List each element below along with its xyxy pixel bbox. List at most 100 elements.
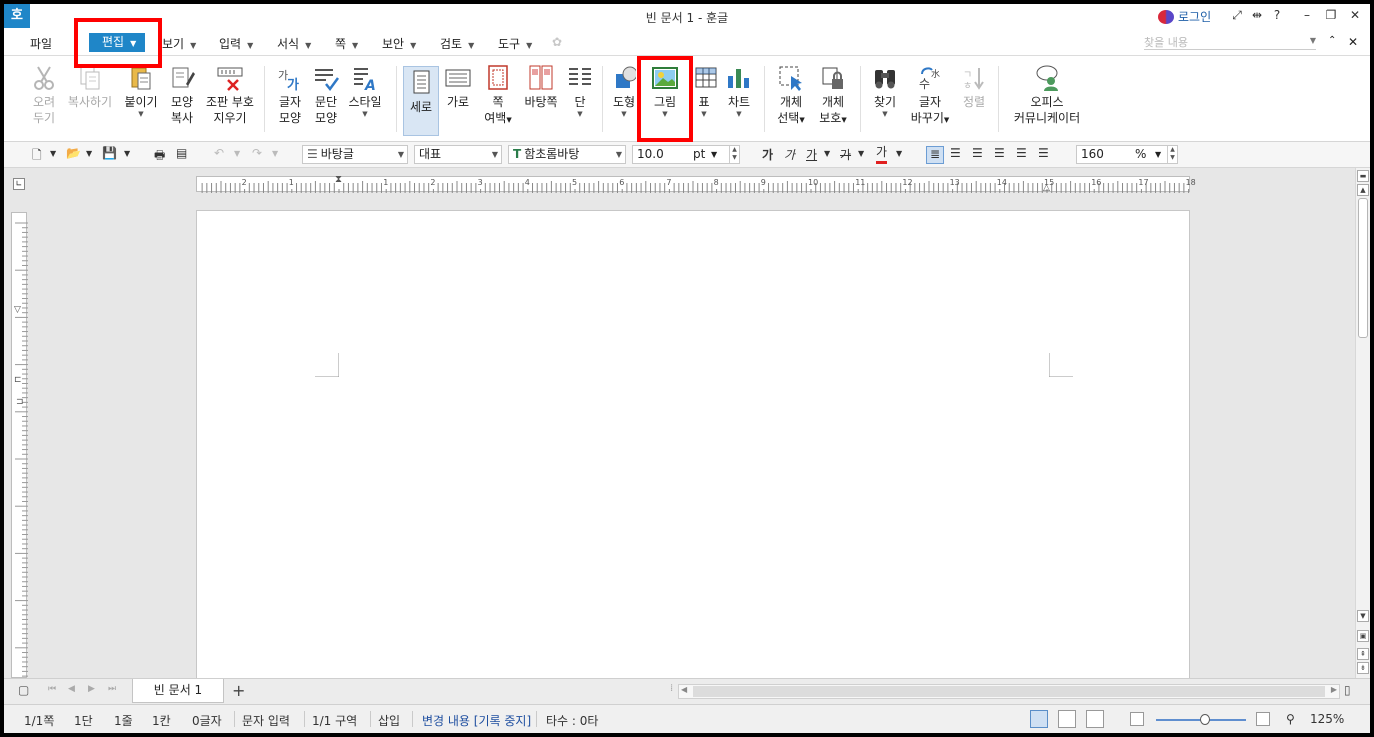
chevron-down-icon[interactable]: ▼: [824, 149, 830, 167]
chevron-down-icon[interactable]: ▼: [870, 110, 900, 118]
paragraph-style-select[interactable]: ☰ 바탕글 ▼: [302, 145, 408, 164]
menu-review[interactable]: 검토 ▼: [440, 35, 474, 52]
fit-width-icon[interactable]: [1058, 710, 1076, 728]
right-margin-marker-icon[interactable]: △: [1043, 183, 1050, 193]
object-protect-button[interactable]: 개체 보호▼: [816, 64, 850, 128]
zoom-in-icon[interactable]: [1256, 712, 1270, 726]
chevron-down-icon[interactable]: ▼: [566, 110, 594, 118]
chevron-down-icon[interactable]: ▼: [50, 149, 56, 167]
align-divide-icon[interactable]: ☰: [1038, 146, 1049, 164]
scroll-thumb[interactable]: [1358, 198, 1368, 338]
status-page[interactable]: 1/1쪽: [24, 712, 54, 729]
ruler-toggle-icon[interactable]: ∟: [13, 178, 25, 190]
add-tab-button[interactable]: +: [232, 681, 245, 700]
login-button[interactable]: 로그인: [1158, 8, 1211, 25]
menu-file[interactable]: 파일: [30, 35, 52, 52]
horizontal-ruler[interactable]: 2 1 1 2 3 4 5 6 7 8 9 10 11 12 13 14 15 16 17 18 ⧗ △: [196, 174, 1196, 193]
open-folder-icon[interactable]: 📂: [66, 146, 81, 164]
scroll-left-icon[interactable]: ◀: [681, 685, 687, 694]
style-button[interactable]: A 스타일 ▼: [346, 64, 384, 118]
columns-button[interactable]: 단 ▼: [566, 64, 594, 118]
search-input[interactable]: [1144, 34, 1294, 50]
indent-marker-icon[interactable]: ⊏: [14, 375, 22, 385]
table-button[interactable]: 표 ▼: [692, 64, 717, 118]
strikethrough-button[interactable]: 가: [840, 146, 851, 164]
menu-insert[interactable]: 입력 ▼: [219, 35, 253, 52]
zoom-spinner[interactable]: ▲ ▼: [1167, 146, 1177, 163]
next-tab-icon[interactable]: ▶: [88, 684, 95, 694]
page-background-button[interactable]: 바탕쪽: [520, 64, 562, 110]
prev-tab-icon[interactable]: ◀: [68, 684, 75, 694]
restore-icon[interactable]: ❐: [1322, 8, 1340, 22]
clear-marks-button[interactable]: 조판 부호 지우기: [202, 64, 258, 126]
char-shape-button[interactable]: 가가 글자 모양: [274, 64, 306, 126]
landscape-button[interactable]: 가로: [442, 64, 474, 110]
cut-button[interactable]: 오려 두기: [26, 64, 62, 126]
chevron-down-icon[interactable]: ▼: [858, 149, 864, 167]
status-section[interactable]: 1/1 구역: [312, 712, 357, 729]
menu-security[interactable]: 보안 ▼: [382, 35, 416, 52]
zoom-slider-knob[interactable]: [1200, 714, 1210, 725]
font-size-input[interactable]: 10.0 pt ▼ ▲ ▼: [632, 145, 740, 164]
object-select-button[interactable]: 개체 선택▼: [774, 64, 808, 128]
chevron-down-icon[interactable]: ▼: [1155, 146, 1161, 163]
chevron-down-icon[interactable]: ▼: [612, 110, 636, 118]
font-size-spinner[interactable]: ▲ ▼: [729, 146, 739, 163]
paste-button[interactable]: 붙이기 ▼: [122, 64, 160, 118]
scroll-up-icon[interactable]: ▲: [1357, 184, 1369, 196]
tab-doc-1[interactable]: 빈 문서 1: [132, 679, 224, 703]
status-track-changes[interactable]: 변경 내용 [기록 중지]: [422, 712, 531, 729]
indent-marker-icon[interactable]: ⊐: [16, 397, 24, 407]
portrait-button[interactable]: 세로: [403, 66, 439, 136]
scroll-right-icon[interactable]: ▶: [1331, 685, 1337, 694]
para-shape-button[interactable]: 문단 모양: [310, 64, 342, 126]
close-doc-icon[interactable]: ✕: [1348, 35, 1358, 49]
page-view-icon[interactable]: [1030, 710, 1048, 728]
chevron-down-icon[interactable]: ▼: [692, 110, 716, 118]
first-tab-icon[interactable]: ⏮: [48, 684, 56, 694]
menu-view[interactable]: 보기 ▼: [162, 35, 196, 52]
chevron-down-icon[interactable]: ▼: [346, 110, 384, 118]
chevron-down-icon[interactable]: ▼: [124, 149, 130, 167]
find-button[interactable]: 찾기 ▼: [870, 64, 900, 118]
puzzle-icon[interactable]: ✿: [552, 35, 562, 49]
office-communicator-button[interactable]: 오피스 커뮤니케이터: [1010, 64, 1084, 126]
chevron-down-icon[interactable]: ▼: [724, 110, 754, 118]
align-left-icon[interactable]: ☰: [950, 146, 961, 164]
zoom-out-icon[interactable]: [1130, 712, 1144, 726]
shape-button[interactable]: 도형 ▼: [612, 64, 636, 118]
document-page[interactable]: [196, 210, 1190, 690]
copy-button[interactable]: 복사하기: [66, 64, 114, 110]
zoom-input[interactable]: 160 % ▼ ▲ ▼: [1076, 145, 1178, 164]
resize-icon[interactable]: ⇹: [1248, 8, 1266, 22]
new-doc-icon[interactable]: 🗋: [32, 146, 42, 164]
chevron-down-icon[interactable]: ▼: [896, 149, 902, 167]
chevron-down-icon[interactable]: ▼: [234, 149, 240, 167]
splitter-handle-icon[interactable]: ⁞: [670, 683, 673, 694]
redo-icon[interactable]: ↷: [252, 146, 262, 164]
fullscreen-icon[interactable]: ⤢: [1228, 8, 1246, 23]
align-distribute-icon[interactable]: ☰: [1016, 146, 1027, 164]
align-center-icon[interactable]: ☰: [972, 146, 983, 164]
chart-button[interactable]: 차트 ▼: [724, 64, 754, 118]
page-view-icon[interactable]: ▣: [1357, 630, 1369, 642]
horizontal-scrollbar[interactable]: ◀ ▶: [678, 684, 1340, 699]
full-page-icon[interactable]: [1086, 710, 1104, 728]
scroll-top-icon[interactable]: ▬: [1357, 170, 1369, 182]
last-tab-icon[interactable]: ⏭: [108, 684, 116, 694]
status-insert-mode[interactable]: 삽입: [378, 712, 400, 729]
split-view-icon[interactable]: ▯: [1344, 683, 1351, 697]
italic-button[interactable]: 가: [784, 146, 795, 164]
tab-list-icon[interactable]: ▢: [18, 683, 29, 697]
chevron-down-icon[interactable]: ▼: [1310, 36, 1316, 45]
chevron-down-icon[interactable]: ▼: [711, 146, 717, 163]
prev-page-icon[interactable]: ⇞: [1357, 648, 1369, 660]
scroll-down-icon[interactable]: ▼: [1357, 610, 1369, 622]
format-copy-button[interactable]: 모양 복사: [166, 64, 198, 126]
top-margin-marker-icon[interactable]: ▽: [14, 305, 21, 315]
align-right-icon[interactable]: ☰: [994, 146, 1005, 164]
font-select[interactable]: T 함초롬바탕 ▼: [508, 145, 626, 164]
menu-page[interactable]: 쪽 ▼: [335, 35, 358, 52]
print-icon[interactable]: 🖶: [154, 146, 165, 164]
horizontal-scroll-thumb[interactable]: [693, 686, 1325, 697]
